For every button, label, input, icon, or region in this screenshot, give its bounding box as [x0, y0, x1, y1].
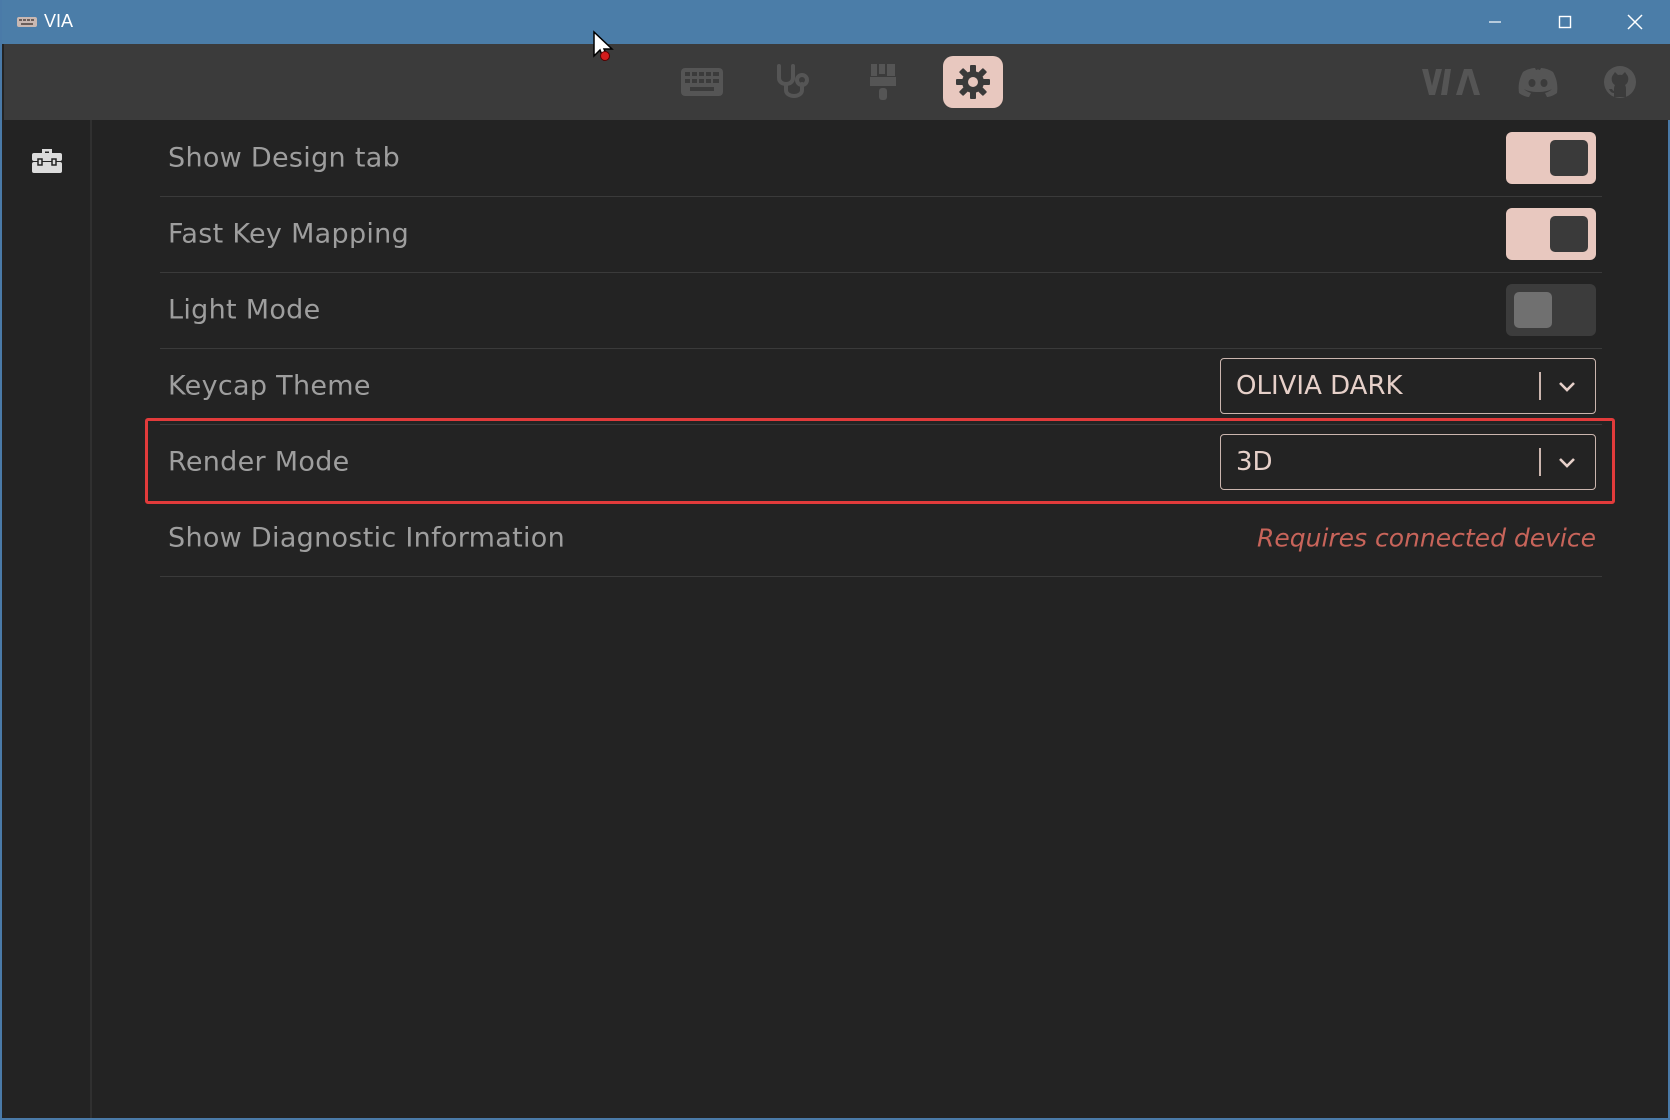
select-separator: [1539, 448, 1541, 476]
minimize-button[interactable]: [1460, 0, 1530, 44]
setting-label: Light Mode: [168, 294, 321, 326]
tab-settings[interactable]: [943, 56, 1003, 108]
chevron-down-icon[interactable]: [1551, 373, 1583, 401]
stethoscope-icon: [777, 64, 809, 98]
select-value: OLIVIA DARK: [1236, 371, 1403, 401]
sidebar: [4, 120, 92, 1118]
tab-key-tester[interactable]: [762, 56, 822, 108]
setting-row-keycap-theme: Keycap Theme OLIVIA DARK: [160, 348, 1602, 425]
title-bar[interactable]: VIA: [2, 0, 1670, 44]
setting-row-show-design-tab: Show Design tab: [160, 120, 1602, 197]
toggle-knob: [1514, 292, 1552, 328]
paintbrush-icon: [870, 64, 896, 100]
setting-row-light-mode: Light Mode: [160, 272, 1602, 349]
discord-icon: [1518, 68, 1558, 97]
render-mode-select[interactable]: 3D: [1220, 434, 1596, 490]
toggle-knob: [1550, 140, 1588, 176]
requires-device-note: Requires connected device: [1256, 523, 1596, 553]
setting-label: Fast Key Mapping: [168, 218, 410, 250]
mouse-cursor-icon: [593, 30, 614, 62]
github-link[interactable]: [1598, 56, 1642, 108]
keycap-theme-select[interactable]: OLIVIA DARK: [1220, 358, 1596, 414]
maximize-button[interactable]: [1530, 0, 1600, 44]
tab-design[interactable]: [853, 56, 913, 108]
setting-row-fast-key-mapping: Fast Key Mapping: [160, 196, 1602, 273]
setting-label: Show Diagnostic Information: [168, 522, 566, 554]
select-separator: [1539, 372, 1541, 400]
sidebar-item-general-settings[interactable]: [28, 144, 66, 178]
close-icon: [1627, 14, 1643, 30]
setting-label: Keycap Theme: [168, 370, 371, 402]
gear-icon: [956, 65, 990, 99]
minimize-icon: [1489, 21, 1501, 23]
tab-configure[interactable]: [672, 56, 732, 108]
maximize-icon: [1558, 15, 1572, 29]
light-mode-toggle[interactable]: [1506, 284, 1596, 336]
chevron-down-icon[interactable]: [1551, 449, 1583, 477]
close-button[interactable]: [1600, 0, 1670, 44]
via-logo-icon: [1422, 69, 1480, 95]
show-design-tab-toggle[interactable]: [1506, 132, 1596, 184]
toggle-knob: [1550, 216, 1588, 252]
discord-link[interactable]: [1514, 56, 1562, 108]
app-keyboard-icon: [16, 13, 38, 29]
toolbox-icon: [32, 149, 62, 173]
via-window: VIA Show Design tab Fast Key Mapping Lig…: [0, 0, 1670, 1120]
github-icon: [1604, 66, 1636, 98]
setting-row-show-diagnostic-information: Show Diagnostic Information Requires con…: [160, 500, 1602, 577]
keyboard-icon: [681, 68, 723, 96]
top-toolbar: [4, 44, 1670, 120]
window-title: VIA: [44, 11, 74, 31]
via-website-link[interactable]: [1418, 56, 1484, 108]
fast-key-mapping-toggle[interactable]: [1506, 208, 1596, 260]
setting-row-render-mode: Render Mode 3D: [160, 424, 1602, 500]
setting-label: Render Mode: [168, 446, 350, 478]
setting-label: Show Design tab: [168, 142, 401, 174]
select-value: 3D: [1236, 447, 1273, 477]
